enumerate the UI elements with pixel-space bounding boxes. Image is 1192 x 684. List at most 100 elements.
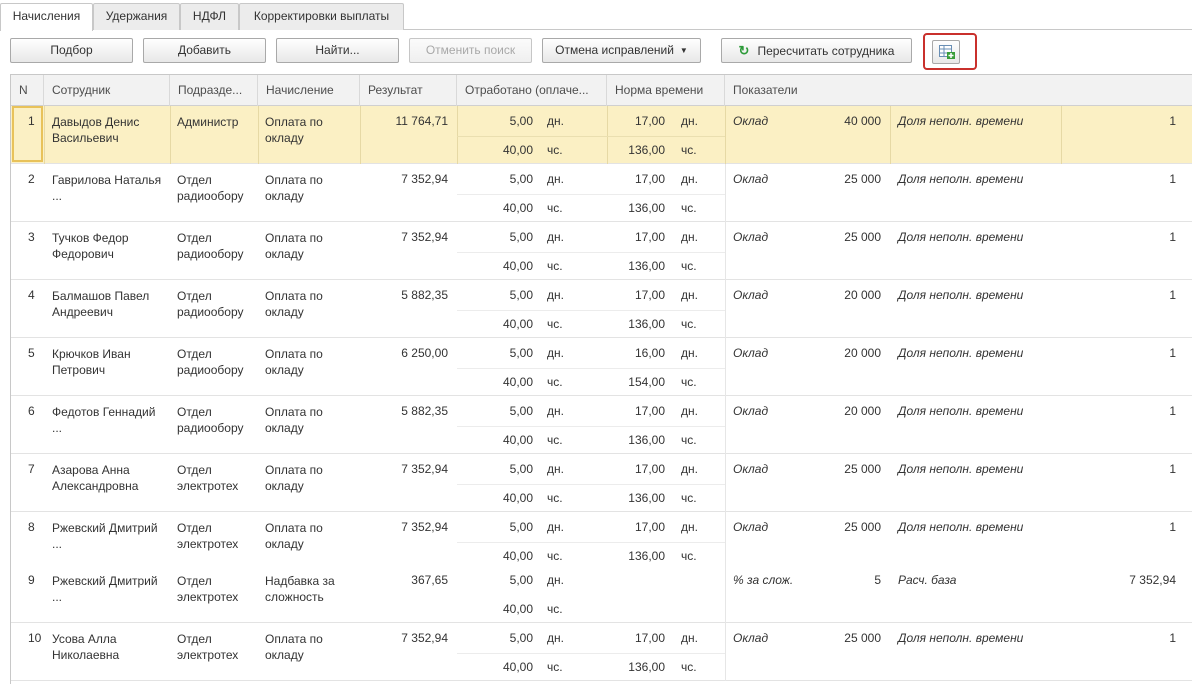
norm-hours-unit: чс. [681,549,697,563]
hours-unit: чс. [547,259,563,273]
column-divider [1061,565,1062,623]
subrow-divider [457,194,725,195]
norm-hours: 136,00 [628,491,665,505]
days-unit: дн. [547,520,564,534]
table-add-button[interactable] [932,40,960,64]
table-row[interactable]: 6 Федотов Геннадий ... Отдел радиообору Опл… [11,396,1192,454]
worked-hours: 40,00 [502,259,533,273]
indicator-2-name: Доля неполн. времени [898,346,1024,360]
worked-hours: 40,00 [502,317,533,331]
subrow-divider [457,136,725,137]
table-row[interactable]: 5 Крючков Иван Петрович Отдел радиообору Оп… [11,338,1192,396]
accrual-type: Оплата по окладу [265,231,323,261]
column-divider [725,338,726,396]
table-add-icon [939,45,955,59]
tab-deductions[interactable]: Удержания [93,3,180,30]
norm-hours-unit: чс. [681,433,697,447]
worked-hours: 40,00 [502,602,533,616]
employee-name: Тучков Федор Федорович [52,231,129,261]
column-header-norm-time[interactable]: Норма времени [607,75,725,106]
table-row[interactable]: 4 Балмашов Павел Андреевич Отдел радиообор… [11,280,1192,338]
norm-days: 17,00 [634,462,665,476]
table-row[interactable]: 3 Тучков Федор Федорович Отдел радиообору О… [11,222,1192,280]
column-divider [170,164,171,222]
column-divider [457,454,458,512]
column-divider [725,396,726,454]
column-divider [1061,280,1062,338]
norm-hours: 136,00 [628,433,665,447]
column-divider [258,396,259,454]
add-button[interactable]: Добавить [143,38,266,63]
column-divider [607,106,608,164]
accrual-type: Оплата по окладу [265,289,323,319]
tab-accruals[interactable]: Начисления [0,3,93,31]
result-value: 7 352,94 [401,520,448,534]
indicator-1-value: 25 000 [844,230,881,244]
column-divider [607,623,608,681]
days-unit: дн. [547,573,564,587]
employee-name: Усова Алла Николаевна [52,632,120,662]
column-divider [258,106,259,164]
column-header-department[interactable]: Подразде... [170,75,258,106]
department: Отдел радиообору [177,289,244,319]
cancel-search-button[interactable]: Отменить поиск [409,38,532,63]
cancel-corrections-button[interactable]: Отмена исправлений ▼ [542,38,701,63]
column-divider [170,565,171,623]
find-button[interactable]: Найти... [276,38,399,63]
column-divider [457,280,458,338]
accrual-type: Оплата по окладу [265,115,323,145]
indicator-1-value: 25 000 [844,172,881,186]
column-divider [890,512,891,565]
column-header-employee[interactable]: Сотрудник [44,75,170,106]
norm-days-unit: дн. [681,230,698,244]
department: Отдел электротех [177,574,239,604]
worked-days: 5,00 [509,404,533,418]
tab-payment-corrections[interactable]: Корректировки выплаты [239,3,404,30]
worked-hours: 40,00 [502,433,533,447]
table-row[interactable]: 7 Азарова Анна Александровна Отдел электро… [11,454,1192,512]
column-divider [360,280,361,338]
column-divider [457,164,458,222]
column-header-indicators[interactable]: Показатели [725,75,1192,106]
employee-name: Давыдов Денис Васильевич [52,115,140,145]
column-divider [890,396,891,454]
worked-hours: 40,00 [502,143,533,157]
indicator-2-value: 1 [1169,631,1176,645]
indicator-1-value: 20 000 [844,346,881,360]
column-header-result[interactable]: Результат [360,75,457,106]
indicator-2-name: Доля неполн. времени [898,520,1024,534]
accruals-table: N Сотрудник Подразде... Начисление Резул… [10,74,1192,684]
table-row[interactable]: 1 Давыдов Денис Васильевич Администр Оплата… [11,106,1192,164]
indicator-1-name: Оклад [733,631,769,645]
days-unit: дн. [547,172,564,186]
tab-ndfl[interactable]: НДФЛ [180,3,239,30]
subrow-divider [457,252,725,253]
column-divider [170,396,171,454]
norm-hours: 136,00 [628,317,665,331]
indicator-1-value: 40 000 [844,114,881,128]
column-divider [890,565,891,623]
column-divider [170,338,171,396]
indicator-1-name: % за слож. [733,573,794,587]
column-divider [890,338,891,396]
table-row[interactable]: 9 Ржевский Дмитрий ... Отдел электротех Над… [11,565,1192,623]
select-button[interactable]: Подбор [10,38,133,63]
table-row[interactable]: 8 Ржевский Дмитрий ... Отдел электротех Опл… [11,512,1192,565]
norm-hours-unit: чс. [681,491,697,505]
column-header-n[interactable]: N [11,75,44,106]
result-value: 7 352,94 [401,631,448,645]
hours-unit: чс. [547,433,563,447]
days-unit: дн. [547,346,564,360]
worked-days: 5,00 [509,520,533,534]
column-divider [1061,396,1062,454]
column-divider [457,512,458,565]
column-header-accrual[interactable]: Начисление [258,75,360,106]
table-row[interactable]: 2 Гаврилова Наталья ... Отдел радиообору Оп… [11,164,1192,222]
recalculate-employee-button[interactable]: ↻ Пересчитать сотрудника [721,38,912,63]
table-row[interactable]: 10 Усова Алла Николаевна Отдел электротех О… [11,623,1192,681]
column-divider [1061,623,1062,681]
indicator-1-name: Оклад [733,288,769,302]
column-header-worked[interactable]: Отработано (оплаче... [457,75,607,106]
column-divider [44,338,45,396]
column-divider [360,222,361,280]
